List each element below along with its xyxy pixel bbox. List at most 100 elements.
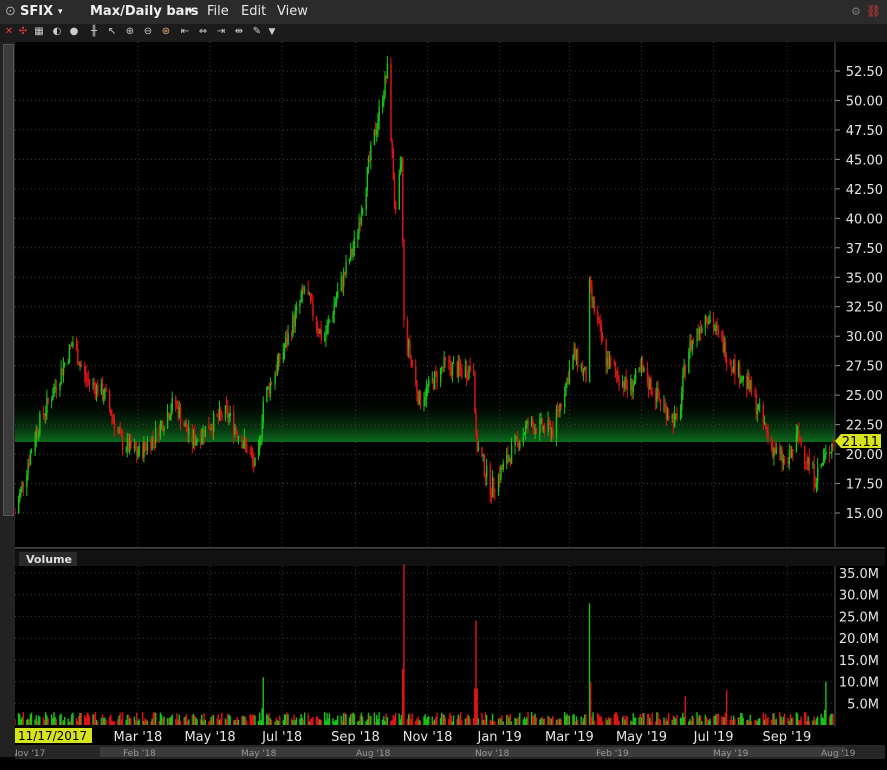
candle-body (259, 438, 261, 449)
candle-body (514, 437, 516, 446)
candle-body (795, 433, 798, 453)
volume-bar (196, 719, 198, 725)
left-scrollbar[interactable] (0, 42, 15, 757)
volume-tick-label: 35.0M (839, 567, 879, 582)
candle-body (179, 407, 182, 424)
volume-bar (701, 720, 703, 725)
candle-body (799, 439, 801, 442)
symbol-selector[interactable]: SFIX (20, 4, 53, 19)
candle-body (664, 404, 666, 406)
candle-body (45, 412, 47, 416)
menu-edit[interactable]: Edit (241, 4, 266, 19)
volume-tick-label: 5.0M (847, 697, 879, 712)
candle-body (708, 321, 710, 325)
volume-bar (254, 715, 256, 725)
volume-bar (138, 719, 140, 725)
candle-body (539, 419, 541, 434)
menu-view[interactable]: View (277, 4, 308, 19)
window-menu-icon[interactable]: ⊙ (5, 4, 16, 19)
candle-body (254, 457, 256, 466)
volume-label: Volume (26, 553, 72, 566)
candle-body (691, 340, 694, 350)
settings-icon[interactable]: ⚙ (851, 5, 861, 18)
volume-bar (634, 717, 637, 725)
candle-body (225, 405, 228, 407)
candle-body (171, 397, 174, 411)
candle-body (651, 392, 653, 394)
candle-body (726, 359, 728, 362)
close-icon[interactable]: ✕ (3, 26, 15, 38)
target-icon[interactable]: ⊛ (160, 26, 172, 38)
range-icon[interactable]: ⇤ (179, 26, 191, 38)
candle-body (436, 372, 438, 383)
volume-bar (543, 718, 546, 725)
candle-body (585, 367, 587, 383)
candle-body (489, 465, 491, 495)
volume-bar (22, 712, 24, 725)
candle-body (62, 364, 65, 375)
candle-body (523, 433, 526, 435)
candle-body (19, 492, 21, 501)
candle-body (461, 369, 463, 378)
cursor-icon[interactable]: ↖ (106, 26, 118, 38)
candle-body (416, 381, 418, 394)
candle-body (739, 363, 741, 383)
candle-body (681, 394, 683, 411)
volume-bar (485, 714, 488, 725)
candle-body (279, 353, 281, 362)
candle-body (274, 373, 276, 385)
candle-body (626, 386, 629, 391)
candle-body (775, 447, 778, 454)
candle-body (262, 401, 265, 423)
candle-body (395, 201, 397, 210)
candle-body (304, 289, 306, 291)
candle-body (229, 412, 231, 416)
chevron-down-icon[interactable]: ▾ (58, 7, 63, 17)
chevron-down-icon[interactable]: ▾ (188, 7, 193, 17)
candle-body (195, 440, 197, 446)
volume-bar (320, 719, 322, 725)
grid-icon[interactable]: ▦ (33, 26, 45, 38)
chart-toolbar: ✕ ✣ ▦ ◐ ● ╫ ↖ ⊕ ⊖ ⊛ ⇤ ⇔ ⇥ ⇹ ✎ ▼ (0, 24, 887, 42)
price-tick-label: 30.00 (846, 330, 883, 345)
dropdown-icon[interactable]: ▼ (266, 26, 278, 38)
wrench-icon[interactable]: ✎ (251, 26, 263, 38)
circle-icon[interactable]: ● (68, 26, 80, 38)
crosshair-icon[interactable]: ✣ (17, 26, 29, 38)
candle-body (717, 328, 720, 332)
volume-bar (552, 715, 554, 725)
candle-body (366, 167, 369, 191)
volume-bar (643, 713, 645, 725)
link-icon[interactable]: ⛓ (866, 4, 881, 18)
candle-body (832, 443, 834, 447)
period-selector[interactable]: Max/Daily bars (90, 4, 199, 19)
fit-icon[interactable]: ⇔ (197, 26, 209, 38)
draw-icon[interactable]: ◐ (51, 26, 63, 38)
scale-icon[interactable]: ⇹ (233, 26, 245, 38)
candle-body (325, 334, 327, 339)
volume-bar (759, 718, 761, 725)
volume-bar (146, 720, 149, 725)
candle-body (257, 448, 260, 458)
candle-body (377, 120, 379, 131)
candle-body (709, 319, 711, 322)
candle-body (716, 325, 718, 329)
candle-body (361, 209, 364, 215)
scroll-thumb[interactable] (3, 44, 14, 516)
menu-file[interactable]: File (207, 4, 229, 19)
price-tick-label: 50.00 (846, 94, 883, 109)
candle-body (220, 409, 222, 414)
volume-bar (378, 712, 380, 725)
volume-bar (469, 718, 471, 725)
zoom-out-icon[interactable]: ⊖ (142, 26, 154, 38)
candle-body (333, 304, 335, 315)
zoom-in-icon[interactable]: ⊕ (124, 26, 136, 38)
chart-area[interactable]: 52.50 50.00 47.50 45.00 42.50 40.00 37.50 35.00… (3, 42, 885, 759)
candle-body (80, 364, 82, 367)
candle-body (228, 415, 230, 418)
scroll-icon[interactable]: ⇥ (215, 26, 227, 38)
bar-type-icon[interactable]: ╫ (88, 26, 100, 38)
volume-bar (88, 716, 91, 725)
candle-body (742, 375, 744, 380)
price-chart-svg[interactable]: 52.50 50.00 47.50 45.00 42.50 40.00 37.50 35.00… (3, 42, 885, 759)
